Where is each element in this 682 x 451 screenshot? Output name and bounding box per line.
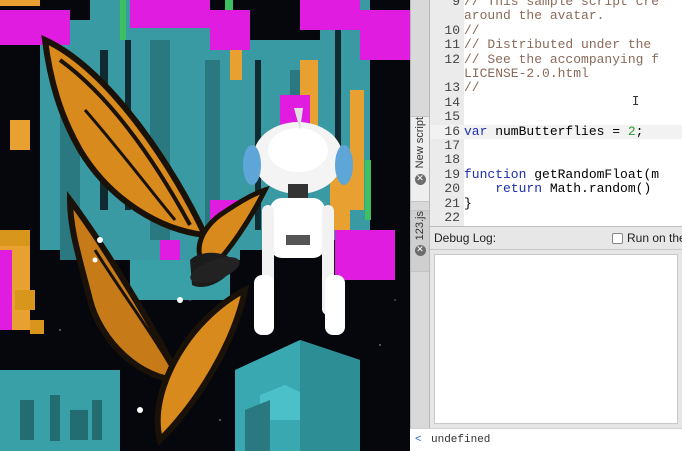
code-text: function getRandomFloat(m bbox=[464, 166, 660, 182]
line-number: 22 bbox=[444, 210, 460, 225]
code-line[interactable]: 22 bbox=[430, 211, 682, 225]
run-on-checkbox-row[interactable]: Run on the bbox=[612, 231, 682, 245]
code-line[interactable]: 14 bbox=[430, 94, 682, 110]
code-text: var numButterflies = 2; bbox=[464, 123, 644, 139]
tab-label: 123.js bbox=[414, 211, 426, 241]
code-text: around the avatar. bbox=[464, 8, 605, 24]
code-editor[interactable]: 9// This sample script cre around the ava… bbox=[430, 0, 682, 226]
code-line[interactable]: 16 var numButterflies = 2; bbox=[430, 123, 682, 139]
line-number: 21 bbox=[444, 195, 460, 211]
close-icon[interactable]: ✕ bbox=[414, 174, 426, 186]
code-line[interactable]: 21} bbox=[430, 195, 682, 211]
code-line[interactable]: 12// See the accompanying f bbox=[430, 51, 682, 67]
tab-123-js[interactable]: 123.js ✕ bbox=[411, 210, 429, 272]
line-number: 16 bbox=[444, 123, 460, 139]
line-number: 12 bbox=[444, 51, 460, 67]
code-text: return Math.random() bbox=[495, 181, 652, 197]
line-number: 17 bbox=[444, 138, 460, 153]
code-line[interactable]: 13// bbox=[430, 81, 682, 95]
code-line[interactable]: 18 bbox=[430, 153, 682, 167]
line-number: 20 bbox=[444, 181, 460, 197]
line-number: 11 bbox=[444, 37, 460, 53]
debug-log-title: Debug Log: bbox=[434, 231, 497, 245]
line-number: 9 bbox=[452, 0, 460, 9]
code-line[interactable]: LICENSE-2.0.html bbox=[430, 67, 682, 81]
debug-log-panel bbox=[430, 250, 682, 428]
tab-new-script[interactable]: New script ✕ bbox=[411, 116, 429, 202]
code-text: // Distributed under the bbox=[464, 37, 652, 53]
code-line[interactable]: 20 return Math.random() bbox=[430, 182, 682, 196]
line-number: 14 bbox=[444, 94, 460, 110]
code-text: // See the accompanying f bbox=[464, 51, 660, 67]
line-number: 18 bbox=[444, 152, 460, 168]
code-line[interactable]: 10// bbox=[430, 22, 682, 38]
debug-log-header: Debug Log: Run on the bbox=[430, 226, 682, 250]
3d-viewport[interactable] bbox=[0, 0, 410, 451]
code-line[interactable]: 17 bbox=[430, 139, 682, 153]
console-result: < undefined bbox=[410, 428, 682, 451]
code-line[interactable]: 11// Distributed under the bbox=[430, 38, 682, 52]
ibeam-cursor-icon: I bbox=[632, 94, 640, 108]
line-number: 19 bbox=[444, 166, 460, 182]
line-number: 13 bbox=[444, 80, 460, 96]
code-line[interactable]: 19 function getRandomFloat(m bbox=[430, 166, 682, 182]
run-checkbox[interactable] bbox=[612, 232, 623, 244]
code-text: // bbox=[464, 22, 480, 38]
console-prompt: < bbox=[415, 434, 422, 446]
run-checkbox-label: Run on the bbox=[627, 231, 682, 245]
scene-render bbox=[0, 0, 410, 451]
code-text: } bbox=[464, 195, 472, 211]
debug-log-output[interactable] bbox=[434, 254, 678, 424]
code-text: LICENSE-2.0.html bbox=[464, 66, 589, 81]
code-line[interactable]: 15 bbox=[430, 110, 682, 124]
tab-label: New script bbox=[414, 117, 426, 169]
line-number: 15 bbox=[444, 109, 460, 125]
line-number: 10 bbox=[444, 22, 460, 38]
code-text: // bbox=[464, 80, 480, 96]
code-line[interactable]: around the avatar. bbox=[430, 9, 682, 23]
script-tab-strip: New script ✕ 123.js ✕ bbox=[410, 0, 430, 451]
close-icon[interactable]: ✕ bbox=[414, 245, 426, 257]
console-value: undefined bbox=[431, 434, 491, 446]
